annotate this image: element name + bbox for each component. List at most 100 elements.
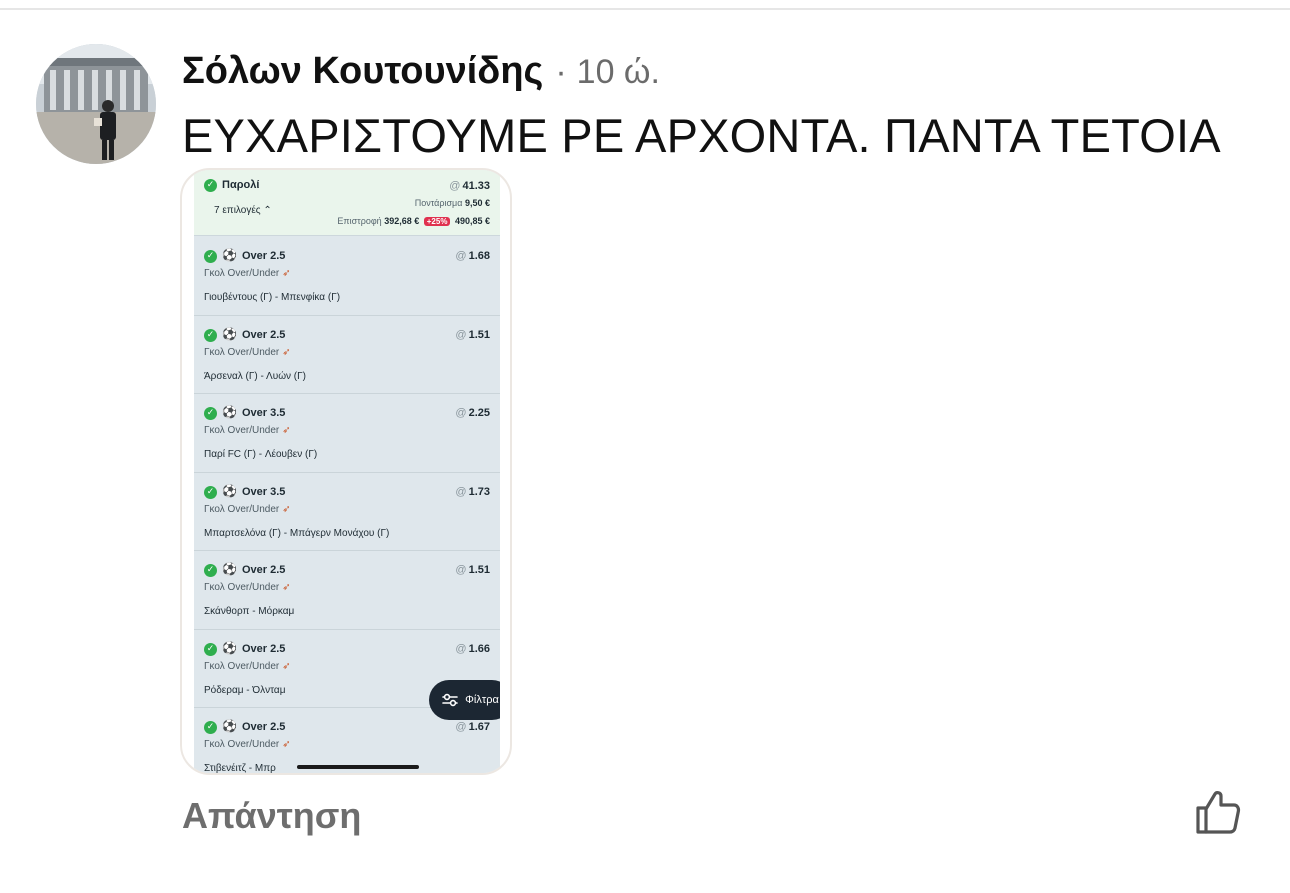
check-circle-icon: ✓ — [204, 407, 217, 420]
leg-market: Γκολ Over/Under ➶ — [204, 582, 291, 593]
rocket-icon: ➶ — [282, 660, 291, 672]
filters-button: Φίλτρα — [429, 680, 500, 720]
leg-pick: Over 2.5 — [242, 328, 286, 341]
odds-prefix: @ — [449, 180, 461, 192]
check-circle-icon: ✓ — [204, 328, 217, 342]
leg-odds: @1.68 — [455, 250, 490, 262]
boosted-return: 490,85 € — [454, 216, 490, 226]
betslip-summary: ✓ Παρολί @41.33 7 επιλογές ⌃ Ποντάρισμα … — [194, 170, 500, 236]
leg-odds: @1.51 — [455, 564, 490, 576]
leg-odds: @1.73 — [455, 486, 490, 498]
leg-market-label: Γκολ Over/Under — [204, 739, 280, 750]
stake: Ποντάρισμα 9,50 € — [415, 198, 490, 208]
leg-odds: @2.25 — [455, 407, 490, 419]
bet-leg: ✓ ⚽ Over 2.5 @1.51 Γκολ Over/Under ➶ Άρσε… — [194, 315, 500, 394]
leg-market-label: Γκολ Over/Under — [204, 425, 280, 436]
selections-toggle: 7 επιλογές ⌃ — [214, 205, 272, 216]
check-circle-icon: ✓ — [204, 485, 217, 499]
leg-market: Γκολ Over/Under ➶ — [204, 268, 291, 279]
chevron-up-icon: ⌃ — [263, 205, 272, 216]
soccer-ball-icon: ⚽ — [222, 640, 237, 655]
leg-market-label: Γκολ Over/Under — [204, 503, 280, 515]
leg-market-label: Γκολ Over/Under — [204, 582, 280, 593]
bet-leg: ✓ ⚽ Over 2.5 @1.68 Γκολ Over/Under ➶ Γιου… — [194, 237, 500, 316]
selections-label: 7 επιλογές — [214, 205, 261, 216]
leg-odds-value: 1.68 — [468, 250, 490, 262]
filters-label: Φίλτρα — [465, 694, 499, 706]
check-circle-icon: ✓ — [204, 642, 217, 656]
leg-pick: Over 2.5 — [242, 721, 286, 733]
leg-match: Σκάνθορπ - Μόρκαμ — [204, 606, 295, 617]
leg-odds: @1.51 — [455, 329, 490, 341]
leg-market-label: Γκολ Over/Under — [204, 660, 280, 672]
reply-button[interactable]: Απάντηση — [182, 795, 361, 837]
leg-match: Στιβενέιτζ - Μπρ — [204, 763, 276, 774]
leg-market-label: Γκολ Over/Under — [204, 268, 280, 279]
odds-prefix: @ — [455, 485, 467, 498]
soccer-ball-icon: ⚽ — [222, 562, 237, 576]
return: Επιστροφή 392,68 € +25% 490,85 € — [337, 216, 490, 226]
odds-prefix: @ — [455, 564, 467, 576]
leg-match: Παρί FC (Γ) - Λέουβεν (Γ) — [204, 449, 318, 460]
leg-market: Γκολ Over/Under ➶ — [204, 425, 291, 436]
leg-market-label: Γκολ Over/Under — [204, 346, 280, 358]
comment-time[interactable]: 10 ώ. — [577, 53, 660, 92]
odds-prefix: @ — [455, 407, 467, 419]
stake-label: Ποντάρισμα — [414, 198, 463, 208]
odds-prefix: @ — [455, 250, 467, 262]
leg-market: Γκολ Over/Under ➶ — [204, 661, 291, 672]
bet-leg: ✓ ⚽ Over 3.5 @2.25 Γκολ Over/Under ➶ Παρί… — [194, 394, 500, 473]
leg-match: Μπαρτσελόνα (Γ) - Μπάγερν Μονάχου (Γ) — [204, 527, 390, 539]
leg-pick: Over 2.5 — [242, 642, 286, 655]
avatar[interactable] — [36, 44, 156, 164]
soccer-ball-icon: ⚽ — [222, 483, 237, 498]
soccer-ball-icon: ⚽ — [222, 248, 237, 262]
leg-match: Ρόδεραμ - Όλνταμ — [204, 684, 286, 696]
author-name[interactable]: Σόλων Κουτουνίδης — [182, 50, 543, 93]
total-odds: @41.33 — [449, 180, 490, 192]
check-circle-icon: ✓ — [204, 564, 217, 577]
home-indicator — [297, 765, 419, 769]
comment-header: Σόλων Κουτουνίδης · 10 ώ. — [182, 50, 660, 94]
odds-prefix: @ — [455, 328, 467, 341]
rocket-icon: ➶ — [282, 268, 291, 279]
odds-prefix: @ — [455, 721, 467, 733]
leg-odds: @1.67 — [455, 721, 490, 733]
check-circle-icon: ✓ — [204, 250, 217, 263]
check-circle-icon: ✓ — [204, 179, 217, 192]
separator-dot: · — [555, 53, 567, 91]
return-value: 392,68 € — [384, 216, 420, 226]
leg-market: Γκολ Over/Under ➶ — [204, 347, 291, 358]
leg-odds-value: 1.51 — [468, 564, 490, 576]
leg-pick: Over 2.5 — [242, 250, 286, 262]
return-label: Επιστροφή — [337, 216, 382, 226]
rocket-icon: ➶ — [282, 739, 291, 750]
odds-prefix: @ — [455, 642, 467, 655]
top-divider — [0, 8, 1290, 10]
leg-odds-value: 1.67 — [468, 721, 490, 733]
leg-match: Γιουβέντους (Γ) - Μπενφίκα (Γ) — [204, 292, 341, 303]
leg-market: Γκολ Over/Under ➶ — [204, 504, 291, 515]
rocket-icon: ➶ — [282, 582, 291, 593]
rocket-icon: ➶ — [282, 425, 291, 436]
leg-market: Γκολ Over/Under ➶ — [204, 739, 291, 750]
check-circle-icon: ✓ — [204, 721, 217, 734]
betslip-screen: ✓ Παρολί @41.33 7 επιλογές ⌃ Ποντάρισμα … — [194, 170, 500, 774]
comment-text: ΕΥΧΑΡΙΣΤΟΥΜΕ ΡΕ ΑΡΧΟΝΤΑ. ΠΑΝΤΑ ΤΕΤΟΙΑ — [182, 109, 1221, 162]
attached-screenshot[interactable]: ✓ Παρολί @41.33 7 επιλογές ⌃ Ποντάρισμα … — [180, 168, 512, 775]
leg-odds-value: 1.73 — [468, 485, 490, 498]
leg-odds-value: 1.66 — [468, 642, 490, 655]
boost-badge: +25% — [423, 217, 451, 226]
bet-leg: ✓ ⚽ Over 3.5 @1.73 Γκολ Over/Under ➶ Μπαρ… — [194, 472, 500, 551]
leg-pick: Over 3.5 — [242, 485, 286, 498]
leg-odds-value: 2.25 — [468, 407, 490, 419]
soccer-ball-icon: ⚽ — [222, 405, 237, 419]
leg-match: Άρσεναλ (Γ) - Λυών (Γ) — [204, 370, 306, 382]
bet-type: Παρολί — [222, 179, 260, 191]
soccer-ball-icon: ⚽ — [222, 719, 237, 733]
leg-odds: @1.66 — [455, 643, 490, 655]
rocket-icon: ➶ — [282, 503, 291, 515]
soccer-ball-icon: ⚽ — [222, 326, 237, 341]
like-button[interactable] — [1192, 786, 1244, 838]
rocket-icon: ➶ — [282, 346, 291, 358]
